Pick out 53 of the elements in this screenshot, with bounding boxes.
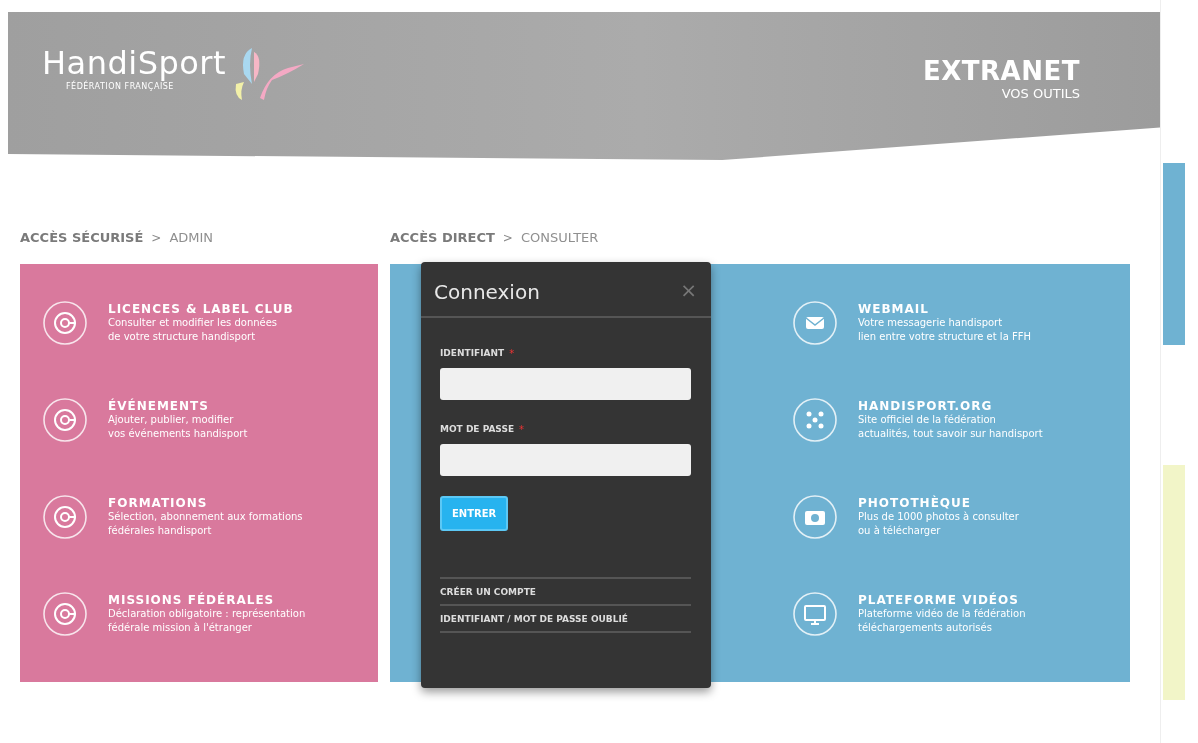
circle-icon[interactable]	[792, 493, 838, 540]
section-subheading: CONSULTER	[520, 230, 599, 245]
input-field[interactable]	[440, 368, 691, 400]
link-description: vos événements handisport	[108, 427, 248, 441]
link-description: Votre messagerie handisport	[858, 315, 1004, 330]
circle-icon[interactable]	[42, 590, 88, 637]
close-button[interactable]: ×	[680, 280, 697, 300]
link-title[interactable]: LICENCES & LABEL CLUB	[108, 301, 294, 316]
link-description: de votre structure handisport	[108, 330, 257, 344]
link-title[interactable]: WEBMAIL	[858, 301, 1031, 316]
link-description: téléchargements autorisés	[858, 621, 993, 635]
required-mark: *	[509, 348, 515, 359]
dialog-link[interactable]: CRÉER UN COMPTE	[440, 579, 691, 606]
link-title[interactable]: ÉVÉNEMENTS	[108, 398, 248, 413]
link-title[interactable]: FORMATIONS	[108, 495, 303, 510]
circle-icon[interactable]	[42, 299, 88, 346]
link-description: Plateforme vidéo de la fédération	[858, 606, 1026, 621]
circle-icon[interactable]	[42, 396, 88, 443]
circle-icon[interactable]	[792, 396, 838, 443]
required-mark: *	[519, 424, 525, 435]
section-subheading: ADMIN	[169, 230, 214, 245]
logo-text: HandiSport	[42, 44, 227, 82]
section-heading: ACCÈS SÉCURISÉ	[20, 230, 144, 245]
circle-icon[interactable]	[792, 590, 838, 637]
link-title[interactable]: MISSIONS FÉDÉRALES	[108, 592, 306, 607]
link-title[interactable]: PHOTOTHÈQUE	[858, 495, 1019, 510]
link-description: Déclaration obligatoire : représentation	[108, 606, 306, 621]
link-description: actualités, tout savoir sur handisport	[858, 427, 1043, 441]
circle-icon[interactable]	[42, 493, 88, 540]
link-description: Consulter et modifier les données	[108, 315, 279, 330]
link-description: Plus de 1000 photos à consulter	[858, 509, 1019, 524]
field-label: MOT DE PASSE	[440, 424, 515, 434]
dialog-link[interactable]: IDENTIFIANT / MOT DE PASSE OUBLIÉ	[440, 606, 691, 633]
logo-tagline: FÉDÉRATION FRANÇAISE	[66, 82, 174, 91]
chevron-text: >	[502, 231, 513, 245]
circle-icon[interactable]	[792, 299, 838, 346]
link-description: Sélection, abonnement aux formations	[108, 509, 303, 524]
enter-button[interactable]: ENTRER	[440, 496, 509, 531]
link-description: Ajouter, publier, modifier	[108, 412, 235, 427]
chevron-text: >	[151, 231, 162, 245]
field-label: IDENTIFIANT	[440, 348, 505, 358]
link-description: fédérale mission à l'étranger	[108, 621, 253, 635]
extranet-title: EXTRANET	[923, 56, 1080, 86]
link-title[interactable]: PLATEFORME VIDÉOS	[858, 592, 1026, 607]
input-field[interactable]	[440, 444, 691, 476]
dialog-title: Connexion	[434, 280, 540, 304]
link-description: fédérales handisport	[108, 524, 213, 538]
link-description: ou à télécharger	[858, 524, 942, 538]
extranet-subtitle: VOS OUTILS	[1001, 86, 1080, 101]
link-title[interactable]: HANDISPORT.ORG	[858, 398, 1043, 413]
section-heading: ACCÈS DIRECT	[390, 230, 495, 245]
link-description: Site officiel de la fédération	[858, 412, 997, 427]
link-description: lien entre votre structure et la FFH	[858, 330, 1031, 344]
